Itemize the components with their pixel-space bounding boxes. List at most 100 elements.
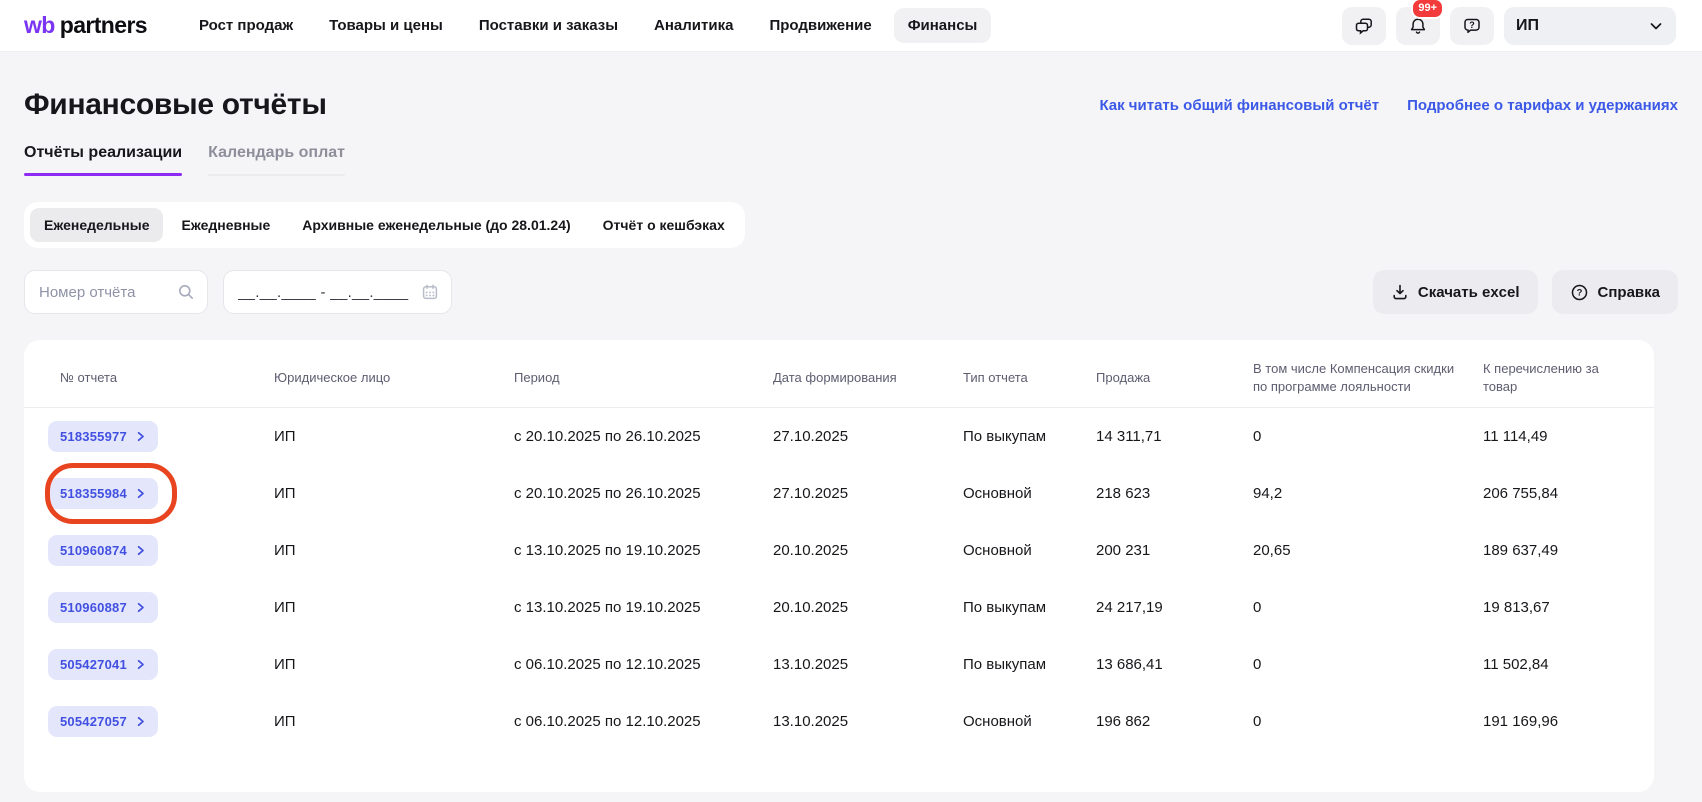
cell-period: с 06.10.2025 по 12.10.2025 <box>514 713 701 731</box>
chip-archive-weekly[interactable]: Архивные еженедельные (до 28.01.24) <box>288 208 584 242</box>
date-range-input[interactable] <box>236 282 413 302</box>
cell-period: с 06.10.2025 по 12.10.2025 <box>514 656 701 674</box>
account-selector[interactable]: ИП <box>1504 6 1676 45</box>
cell-formation-date: 20.10.2025 <box>773 599 849 617</box>
search-input[interactable] <box>37 282 169 302</box>
chevron-right-icon <box>135 659 146 670</box>
notification-badge: 99+ <box>1411 0 1444 19</box>
question-circle-icon: ? <box>1570 283 1589 302</box>
help-button[interactable]: ? Справка <box>1551 270 1678 314</box>
download-icon <box>1391 283 1409 301</box>
svg-text:?: ? <box>1576 287 1582 298</box>
report-id: 518355977 <box>60 429 127 445</box>
cell-transfer-for-goods: 19 813,67 <box>1483 599 1550 617</box>
report-id-pill[interactable]: 505427057 <box>48 706 158 738</box>
col-header-period: Период <box>514 369 560 385</box>
reports-table: № отчета Юридическое лицо Период Дата фо… <box>24 340 1654 792</box>
help-label: Справка <box>1597 283 1660 301</box>
cell-transfer-for-goods: 206 755,84 <box>1483 485 1559 503</box>
report-id: 518355984 <box>60 486 127 502</box>
chat-button[interactable] <box>1342 6 1386 45</box>
chevron-down-icon <box>1648 18 1664 34</box>
wb-partners-logo[interactable]: wb partners <box>24 12 148 39</box>
nav-item-goods-prices[interactable]: Товары и цены <box>315 8 457 43</box>
cell-loyalty-compensation: 0 <box>1253 656 1262 674</box>
cell-formation-date: 20.10.2025 <box>773 542 849 560</box>
cell-transfer-for-goods: 189 637,49 <box>1483 542 1559 560</box>
cell-loyalty-compensation: 0 <box>1253 428 1262 446</box>
col-header-legal-entity: Юридическое лицо <box>274 369 391 385</box>
toolbar: Скачать excel ? Справка <box>24 270 1678 314</box>
help-links: Как читать общий финансовый отчёт Подроб… <box>1099 97 1678 114</box>
cell-legal-entity: ИП <box>274 599 296 617</box>
section-tabs: Отчёты реализации Календарь оплат <box>24 144 1678 176</box>
cell-period: с 13.10.2025 по 19.10.2025 <box>514 542 701 560</box>
tab-payment-calendar[interactable]: Календарь оплат <box>208 144 345 176</box>
report-id-pill[interactable]: 510960874 <box>48 535 158 567</box>
chip-cashback-report[interactable]: Отчёт о кешбэках <box>589 208 739 242</box>
cell-loyalty-compensation: 0 <box>1253 599 1262 617</box>
chevron-right-icon <box>135 488 146 499</box>
nav-item-sales-growth[interactable]: Рост продаж <box>185 8 307 43</box>
cell-legal-entity: ИП <box>274 485 296 503</box>
cell-loyalty-compensation: 20,65 <box>1253 542 1291 560</box>
cell-report-type: По выкупам <box>963 656 1047 674</box>
cell-transfer-for-goods: 191 169,96 <box>1483 713 1559 731</box>
nav-item-supplies-orders[interactable]: Поставки и заказы <box>465 8 632 43</box>
chip-daily[interactable]: Ежедневные <box>167 208 284 242</box>
cell-report-type: Основной <box>963 485 1032 503</box>
chip-weekly[interactable]: Еженедельные <box>30 208 164 242</box>
cell-transfer-for-goods: 11 502,84 <box>1483 656 1549 674</box>
download-excel-label: Скачать excel <box>1417 283 1520 301</box>
main-navigation: Рост продаж Товары и цены Поставки и зак… <box>185 8 992 43</box>
report-id: 510960874 <box>60 543 127 559</box>
download-excel-button[interactable]: Скачать excel <box>1372 270 1538 314</box>
chevron-right-icon <box>135 716 146 727</box>
chevron-right-icon <box>135 431 146 442</box>
logo-partners: partners <box>59 12 148 38</box>
cell-legal-entity: ИП <box>274 542 296 560</box>
report-id: 505427041 <box>60 657 127 673</box>
report-id-pill[interactable]: 518355984 <box>48 478 158 510</box>
svg-text:?: ? <box>1469 20 1475 30</box>
report-number-search <box>24 270 208 314</box>
cell-period: с 13.10.2025 по 19.10.2025 <box>514 599 701 617</box>
report-id: 510960887 <box>60 600 127 616</box>
nav-item-promotion[interactable]: Продвижение <box>755 8 885 43</box>
link-tariffs-deductions[interactable]: Подробнее о тарифах и удержаниях <box>1407 97 1678 114</box>
tab-realization-reports[interactable]: Отчёты реализации <box>24 144 183 176</box>
chat-icon <box>1354 16 1374 36</box>
nav-item-analytics[interactable]: Аналитика <box>640 8 747 43</box>
account-label: ИП <box>1516 16 1539 34</box>
cell-legal-entity: ИП <box>274 713 296 731</box>
report-id-pill[interactable]: 510960887 <box>48 592 158 624</box>
table-row: 510960874 ИП с 13.10.2025 по 19.10.2025 … <box>24 522 1654 579</box>
topbar-actions: 99+ ? ИП <box>1342 0 1676 45</box>
calendar-icon[interactable] <box>421 283 439 301</box>
col-header-report-type: Тип отчета <box>963 369 1028 385</box>
chevron-right-icon <box>135 602 146 613</box>
cell-sale: 13 686,41 <box>1096 656 1163 674</box>
top-bar: wb partners Рост продаж Товары и цены Пос… <box>0 0 1702 52</box>
report-id-pill[interactable]: 505427041 <box>48 649 158 681</box>
cell-sale: 218 623 <box>1096 485 1151 503</box>
cell-formation-date: 27.10.2025 <box>773 485 849 503</box>
notifications-button[interactable]: 99+ <box>1396 0 1444 45</box>
table-header-row: № отчета Юридическое лицо Период Дата фо… <box>24 340 1654 409</box>
page-title: Финансовые отчёты <box>24 88 327 121</box>
col-header-report-number: № отчета <box>60 369 118 385</box>
cell-transfer-for-goods: 11 114,49 <box>1483 428 1548 446</box>
report-id: 505427057 <box>60 714 127 730</box>
table-row: 505427057 ИП с 06.10.2025 по 12.10.2025 … <box>24 693 1654 750</box>
report-id-pill[interactable]: 518355977 <box>48 421 158 453</box>
col-header-transfer-for-goods: К перечислению за товар <box>1483 361 1599 394</box>
nav-item-finances[interactable]: Финансы <box>893 8 992 43</box>
link-how-to-read-report[interactable]: Как читать общий финансовый отчёт <box>1099 97 1379 114</box>
chevron-right-icon <box>135 545 146 556</box>
cell-legal-entity: ИП <box>274 656 296 674</box>
support-button[interactable]: ? <box>1450 6 1494 45</box>
cell-report-type: Основной <box>963 713 1032 731</box>
cell-formation-date: 13.10.2025 <box>773 713 849 731</box>
table-row: 510960887 ИП с 13.10.2025 по 19.10.2025 … <box>24 579 1654 636</box>
report-type-filter: Еженедельные Ежедневные Архивные еженеде… <box>24 202 745 248</box>
